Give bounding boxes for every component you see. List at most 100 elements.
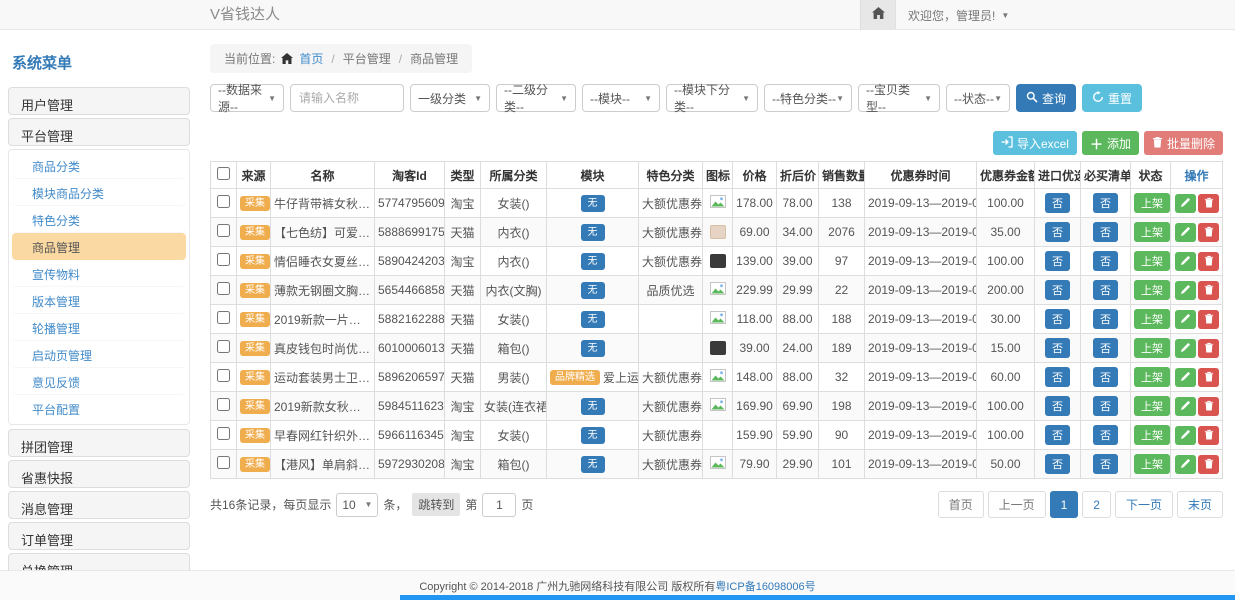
row-checkbox[interactable] [217,311,230,324]
status-button[interactable]: 上架 [1134,309,1170,329]
import-select-toggle[interactable]: 否 [1045,338,1070,358]
delete-button[interactable] [1198,397,1219,416]
filter-select-8[interactable]: --状态--▼ [946,84,1010,112]
edit-button[interactable] [1175,397,1196,416]
delete-button[interactable] [1198,339,1219,358]
must-buy-toggle[interactable]: 否 [1093,280,1118,300]
sidebar-item[interactable]: 特色分类 [12,206,186,233]
status-button[interactable]: 上架 [1134,251,1170,271]
module-badge[interactable]: 无 [581,456,605,473]
edit-button[interactable] [1175,194,1196,213]
pager-button-下一页[interactable]: 下一页 [1115,491,1173,518]
filter-select-6[interactable]: --特色分类--▼ [764,84,852,112]
filter-select-0[interactable]: --数据来源--▼ [210,84,284,112]
sidebar-group-item[interactable]: 兑换管理 [8,553,190,570]
filter-select-3[interactable]: --二级分类--▼ [496,84,576,112]
module-badge[interactable]: 品牌精选 [550,370,600,385]
sidebar-item-active[interactable]: 商品管理 [12,233,186,260]
import-select-toggle[interactable]: 否 [1045,280,1070,300]
sidebar-item[interactable]: 版本管理 [12,287,186,314]
sidebar-item[interactable]: 模块商品分类 [12,179,186,206]
select-all-checkbox[interactable] [217,167,230,180]
row-checkbox[interactable] [217,456,230,469]
per-page-select[interactable]: 10 ▼ [336,493,378,517]
status-button[interactable]: 上架 [1134,454,1170,474]
delete-button[interactable] [1198,252,1219,271]
module-badge[interactable]: 无 [581,224,605,241]
sidebar-group-item[interactable]: 拼团管理 [8,429,190,457]
must-buy-toggle[interactable]: 否 [1093,367,1118,387]
batch-delete-button[interactable]: 批量删除 [1144,131,1223,155]
must-buy-toggle[interactable]: 否 [1093,425,1118,445]
must-buy-toggle[interactable]: 否 [1093,251,1118,271]
edit-button[interactable] [1175,426,1196,445]
edit-button[interactable] [1175,281,1196,300]
row-checkbox[interactable] [217,340,230,353]
add-button[interactable]: ＋ 添加 [1082,131,1139,155]
pager-button-上一页[interactable]: 上一页 [988,491,1046,518]
sidebar-group-item[interactable]: 平台管理 [8,118,190,146]
must-buy-toggle[interactable]: 否 [1093,338,1118,358]
delete-button[interactable] [1198,310,1219,329]
status-button[interactable]: 上架 [1134,425,1170,445]
sidebar-item[interactable]: 启动页管理 [12,341,186,368]
status-button[interactable]: 上架 [1134,396,1170,416]
sidebar-item[interactable]: 轮播管理 [12,314,186,341]
edit-button[interactable] [1175,455,1196,474]
edit-button[interactable] [1175,223,1196,242]
module-badge[interactable]: 无 [581,340,605,357]
sidebar-group-item[interactable]: 消息管理 [8,491,190,519]
import-select-toggle[interactable]: 否 [1045,251,1070,271]
import-select-toggle[interactable]: 否 [1045,454,1070,474]
sidebar-item[interactable]: 商品分类 [12,152,186,179]
edit-button[interactable] [1175,252,1196,271]
status-button[interactable]: 上架 [1134,280,1170,300]
import-select-toggle[interactable]: 否 [1045,396,1070,416]
import-select-toggle[interactable]: 否 [1045,367,1070,387]
user-menu[interactable]: 欢迎您，管理员! ▼ [896,0,1021,30]
must-buy-toggle[interactable]: 否 [1093,193,1118,213]
import-select-toggle[interactable]: 否 [1045,309,1070,329]
row-checkbox[interactable] [217,195,230,208]
breadcrumb-home-link[interactable]: 首页 [299,50,323,67]
reset-button[interactable]: 重置 [1082,84,1142,112]
edit-button[interactable] [1175,339,1196,358]
status-button[interactable]: 上架 [1134,193,1170,213]
sidebar-group-item[interactable]: 订单管理 [8,522,190,550]
row-checkbox[interactable] [217,282,230,295]
edit-button[interactable] [1175,310,1196,329]
delete-button[interactable] [1198,194,1219,213]
delete-button[interactable] [1198,368,1219,387]
must-buy-toggle[interactable]: 否 [1093,454,1118,474]
status-button[interactable]: 上架 [1134,222,1170,242]
row-checkbox[interactable] [217,253,230,266]
import-select-toggle[interactable]: 否 [1045,222,1070,242]
edit-button[interactable] [1175,368,1196,387]
pager-button-首页[interactable]: 首页 [938,491,984,518]
module-badge[interactable]: 无 [581,282,605,299]
row-checkbox[interactable] [217,427,230,440]
must-buy-toggle[interactable]: 否 [1093,222,1118,242]
sidebar-item[interactable]: 意见反馈 [12,368,186,395]
import-select-toggle[interactable]: 否 [1045,193,1070,213]
pager-button-1[interactable]: 1 [1050,491,1079,518]
pager-button-2[interactable]: 2 [1082,491,1111,518]
delete-button[interactable] [1198,455,1219,474]
filter-select-5[interactable]: --模块下分类--▼ [666,84,758,112]
icp-link[interactable]: 粤ICP备16098006号 [715,578,815,594]
delete-button[interactable] [1198,223,1219,242]
delete-button[interactable] [1198,281,1219,300]
module-badge[interactable]: 无 [581,398,605,415]
import-select-toggle[interactable]: 否 [1045,425,1070,445]
row-checkbox[interactable] [217,224,230,237]
must-buy-toggle[interactable]: 否 [1093,396,1118,416]
filter-select-2[interactable]: 一级分类▼ [410,84,490,112]
name-search-input[interactable] [290,84,404,112]
module-badge[interactable]: 无 [581,253,605,270]
filter-select-7[interactable]: --宝贝类型--▼ [858,84,940,112]
delete-button[interactable] [1198,426,1219,445]
import-excel-button[interactable]: 导入excel [993,131,1077,155]
module-badge[interactable]: 无 [581,427,605,444]
search-button[interactable]: 查询 [1016,84,1076,112]
row-checkbox[interactable] [217,398,230,411]
